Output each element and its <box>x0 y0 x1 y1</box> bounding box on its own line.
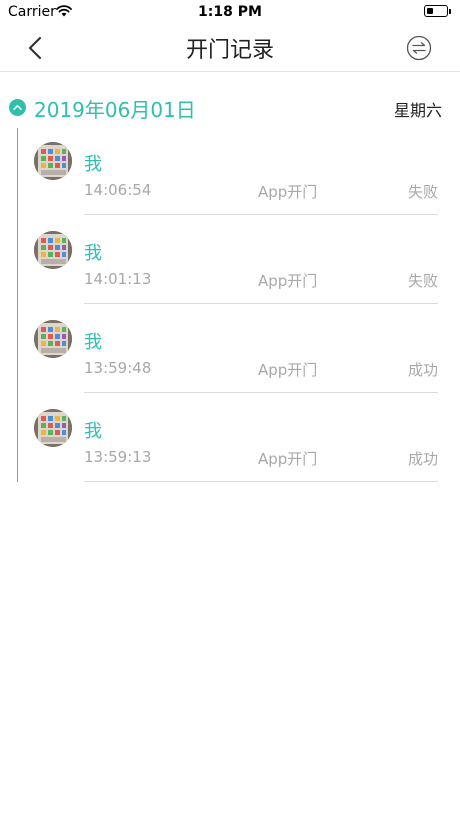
status-bar: Carrier 1:18 PM <box>0 0 460 24</box>
navigation-bar: 开门记录 <box>0 24 460 72</box>
record-user-name: 我 <box>84 243 102 264</box>
record-time: 13:59:13 <box>84 448 152 466</box>
group-date: 2019年06月01日 <box>34 98 196 122</box>
record-time: 14:06:54 <box>84 181 152 199</box>
record-user-name: 我 <box>84 332 102 353</box>
record-time: 14:01:13 <box>84 270 152 288</box>
avatar <box>34 320 72 358</box>
battery-icon <box>424 5 451 17</box>
record-result: 成功 <box>407 450 438 468</box>
avatar <box>34 409 72 447</box>
record-result: 失败 <box>407 183 438 201</box>
record-item[interactable]: 我 13:59:48 App开门 成功 <box>0 304 460 393</box>
date-group-header[interactable]: 2019年06月01日 星期六 <box>0 92 460 124</box>
record-time: 13:59:48 <box>84 359 152 377</box>
record-result: 成功 <box>407 361 438 379</box>
chevron-up-icon[interactable] <box>9 99 26 116</box>
divider <box>84 481 438 482</box>
avatar <box>34 142 72 180</box>
page-title: 开门记录 <box>185 38 274 63</box>
group-weekday: 星期六 <box>393 101 442 120</box>
record-method: App开门 <box>258 450 318 468</box>
avatar <box>34 231 72 269</box>
swap-arrows-button[interactable] <box>406 35 432 61</box>
record-user-name: 我 <box>84 154 102 175</box>
record-method: App开门 <box>258 361 318 379</box>
record-item[interactable]: 我 14:06:54 App开门 失败 <box>0 126 460 215</box>
back-button[interactable] <box>22 32 50 64</box>
record-item[interactable]: 我 14:01:13 App开门 失败 <box>0 215 460 304</box>
record-result: 失败 <box>407 272 438 290</box>
record-item[interactable]: 我 13:59:13 App开门 成功 <box>0 393 460 482</box>
record-list: 我 14:06:54 App开门 失败 我 14:01:13 App开门 失败 <box>0 126 460 482</box>
record-method: App开门 <box>258 272 318 290</box>
record-method: App开门 <box>258 183 318 201</box>
status-time: 1:18 PM <box>198 4 262 20</box>
record-user-name: 我 <box>84 421 102 442</box>
